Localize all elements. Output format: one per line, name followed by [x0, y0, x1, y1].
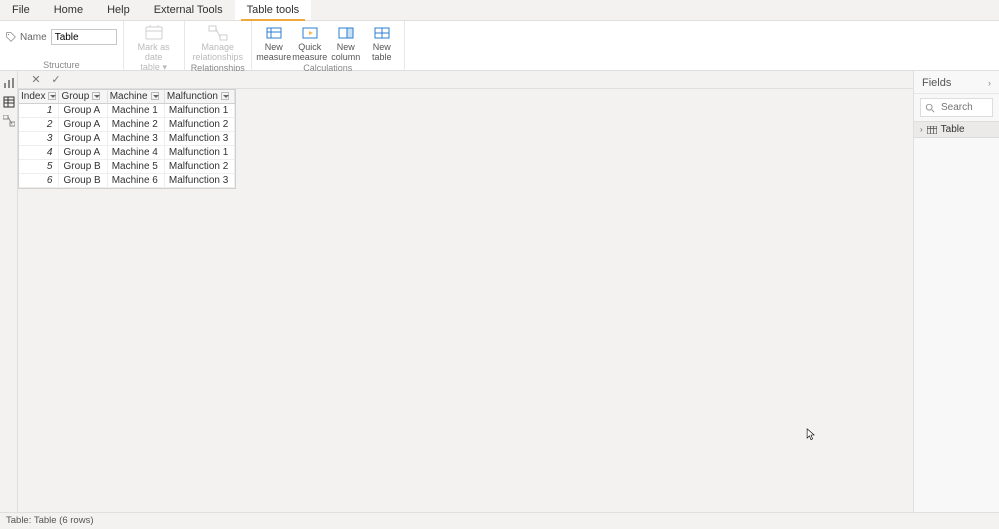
- table-name-input[interactable]: [51, 29, 117, 45]
- chevron-right-icon: ›: [920, 125, 923, 134]
- table-small-icon: [927, 126, 937, 134]
- cell-malfunction: Malfunction 1: [164, 146, 234, 160]
- cell-malfunction: Malfunction 2: [164, 160, 234, 174]
- tab-file[interactable]: File: [0, 0, 42, 20]
- calendar-icon: [144, 25, 164, 41]
- fields-item-table[interactable]: › Table: [914, 121, 999, 138]
- filter-dropdown-icon[interactable]: [151, 92, 159, 100]
- cell-index: 4: [19, 146, 59, 160]
- mark-as-date-table-button: Mark as datetable ▾: [130, 23, 178, 72]
- cell-index: 3: [19, 132, 59, 146]
- table-row[interactable]: 2Group AMachine 2Malfunction 2: [19, 118, 235, 132]
- tab-help[interactable]: Help: [95, 0, 142, 20]
- new-table-button[interactable]: New table: [366, 23, 398, 62]
- tab-table-tools[interactable]: Table tools: [235, 0, 312, 20]
- cell-group: Group B: [59, 174, 107, 188]
- cell-malfunction: Malfunction 1: [164, 104, 234, 118]
- new-measure-button[interactable]: New measure: [258, 23, 290, 62]
- fields-header: Fields: [922, 77, 951, 89]
- table-row[interactable]: 6Group BMachine 6Malfunction 3: [19, 174, 235, 188]
- cell-group: Group B: [59, 160, 107, 174]
- column-header[interactable]: Index: [19, 90, 59, 104]
- cell-malfunction: Malfunction 3: [164, 174, 234, 188]
- column-header[interactable]: Malfunction: [164, 90, 234, 104]
- filter-dropdown-icon[interactable]: [48, 92, 56, 100]
- cell-machine: Machine 3: [107, 132, 164, 146]
- new-column-button[interactable]: New column: [330, 23, 362, 62]
- table-row[interactable]: 1Group AMachine 1Malfunction 1: [19, 104, 235, 118]
- cell-machine: Machine 5: [107, 160, 164, 174]
- formula-bar: ✕ ✓: [18, 71, 913, 89]
- ribbon-group-calendars: Mark as datetable ▾ Calendars: [124, 21, 185, 70]
- formula-cancel-icon[interactable]: ✕: [30, 73, 42, 86]
- cell-malfunction: Malfunction 2: [164, 118, 234, 132]
- cell-machine: Machine 6: [107, 174, 164, 188]
- collapse-panel-icon[interactable]: ›: [988, 78, 991, 88]
- fields-search[interactable]: [920, 98, 993, 117]
- column-icon: [336, 25, 356, 41]
- formula-commit-icon[interactable]: ✓: [50, 73, 62, 86]
- table-row[interactable]: 4Group AMachine 4Malfunction 1: [19, 146, 235, 160]
- model-view-icon[interactable]: [3, 115, 15, 127]
- cell-malfunction: Malfunction 3: [164, 132, 234, 146]
- cell-index: 2: [19, 118, 59, 132]
- table-row[interactable]: 3Group AMachine 3Malfunction 3: [19, 132, 235, 146]
- fields-search-input[interactable]: [939, 101, 988, 114]
- relationships-icon: [208, 25, 228, 41]
- cell-index: 5: [19, 160, 59, 174]
- cell-machine: Machine 2: [107, 118, 164, 132]
- status-bar: Table: Table (6 rows): [0, 512, 999, 529]
- quick-measure-button[interactable]: Quick measure: [294, 23, 326, 62]
- fields-item-label: Table: [941, 124, 965, 135]
- name-label: Name: [20, 32, 47, 43]
- tag-icon: [6, 32, 16, 42]
- group-label-structure: Structure: [43, 59, 80, 70]
- data-canvas: ✕ ✓ IndexGroupMachineMalfunction1Group A…: [18, 71, 913, 512]
- cell-group: Group A: [59, 132, 107, 146]
- ribbon: Name Structure Mark as datetable ▾ Calen…: [0, 21, 999, 71]
- search-icon: [925, 103, 935, 113]
- view-rail: [0, 71, 18, 512]
- fields-panel: Fields › › Table: [913, 71, 999, 512]
- cursor-icon: [806, 428, 816, 442]
- cell-group: Group A: [59, 118, 107, 132]
- manage-relationships-button: Managerelationships: [194, 23, 242, 62]
- cell-index: 1: [19, 104, 59, 118]
- ribbon-group-relationships: Managerelationships Relationships: [185, 21, 252, 70]
- quick-measure-icon: [300, 25, 320, 41]
- ribbon-group-calculations: New measure Quick measure New column New…: [252, 21, 405, 70]
- table-icon: [372, 25, 392, 41]
- ribbon-group-structure: Name Structure: [0, 21, 124, 70]
- column-header[interactable]: Group: [59, 90, 107, 104]
- filter-dropdown-icon[interactable]: [92, 92, 100, 100]
- table-row[interactable]: 5Group BMachine 5Malfunction 2: [19, 160, 235, 174]
- cell-machine: Machine 1: [107, 104, 164, 118]
- tab-external-tools[interactable]: External Tools: [142, 0, 235, 20]
- measure-icon: [264, 25, 284, 41]
- data-table: IndexGroupMachineMalfunction1Group AMach…: [18, 89, 236, 189]
- cell-index: 6: [19, 174, 59, 188]
- data-view-icon[interactable]: [3, 96, 15, 108]
- cell-machine: Machine 4: [107, 146, 164, 160]
- ribbon-tabs: File Home Help External Tools Table tool…: [0, 0, 999, 21]
- cell-group: Group A: [59, 104, 107, 118]
- column-header[interactable]: Machine: [107, 90, 164, 104]
- cell-group: Group A: [59, 146, 107, 160]
- tab-home[interactable]: Home: [42, 0, 95, 20]
- filter-dropdown-icon[interactable]: [221, 92, 229, 100]
- report-view-icon[interactable]: [3, 77, 15, 89]
